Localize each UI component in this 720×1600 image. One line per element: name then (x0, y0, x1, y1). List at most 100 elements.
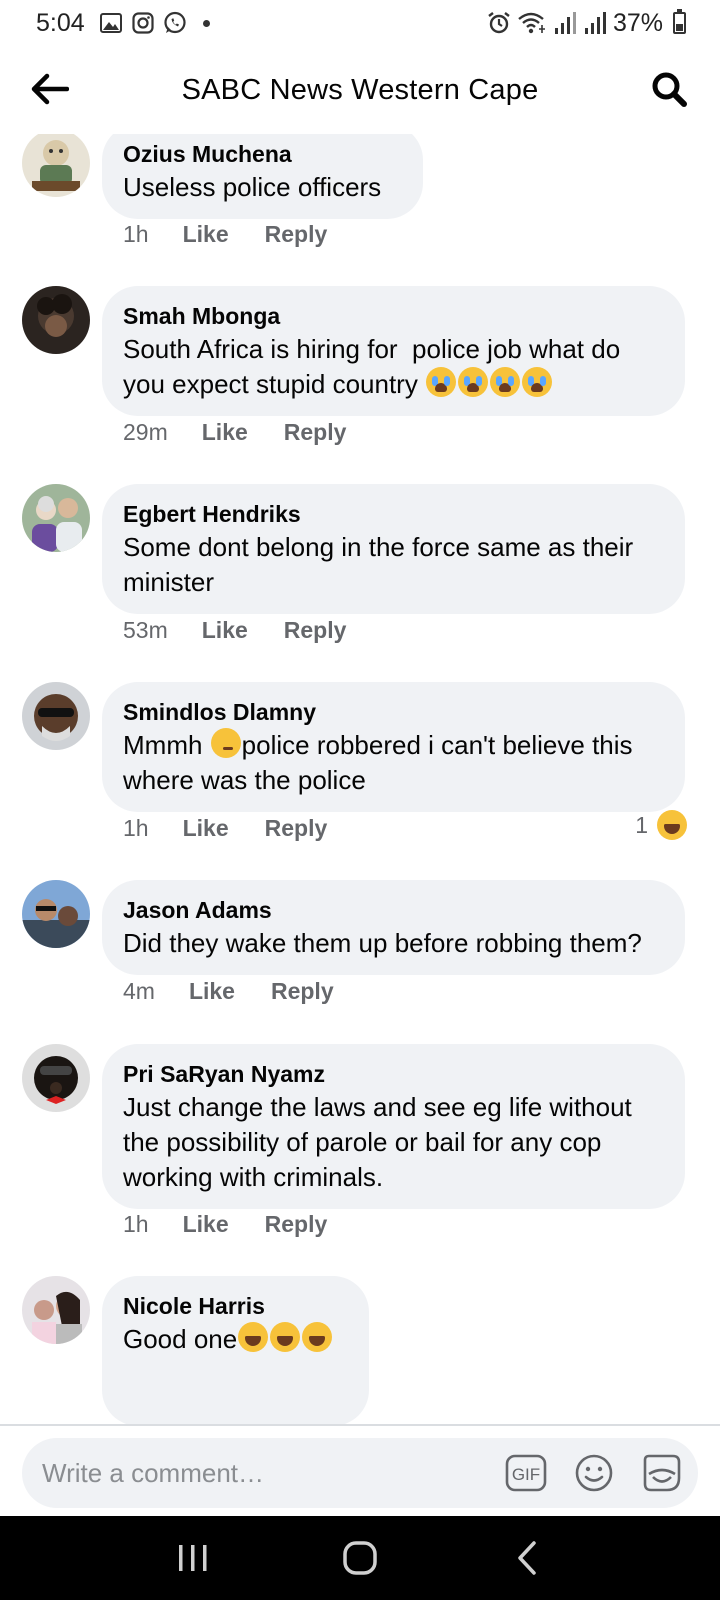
avatar[interactable] (22, 880, 90, 948)
avatar[interactable] (22, 134, 90, 197)
comment-input[interactable] (42, 1457, 462, 1489)
avatar[interactable] (22, 1276, 90, 1344)
search-icon (652, 72, 687, 107)
avatar[interactable] (22, 286, 90, 354)
reaction-count: 1 (635, 811, 648, 838)
like-button[interactable]: Like (202, 617, 248, 644)
status-time: 5:04 (36, 8, 85, 37)
comment-text-segment: Mmmh (123, 730, 210, 760)
comment-bubble[interactable]: Jason Adams Did they wake them up before… (102, 880, 685, 975)
emoji-button[interactable] (572, 1451, 616, 1495)
comment-age[interactable]: 1h (123, 815, 149, 842)
comment-bubble[interactable]: Ozius Muchena Useless police officers (102, 134, 423, 219)
comment-age[interactable]: 4m (123, 978, 155, 1005)
reply-button[interactable]: Reply (271, 978, 334, 1005)
comment-actions: 1h Like Reply (123, 1211, 327, 1238)
system-back-button[interactable] (497, 1528, 557, 1588)
more-notifications-dot (202, 19, 210, 27)
comment-author[interactable]: Ozius Muchena (123, 138, 401, 170)
whatsapp-notification-icon (163, 11, 187, 35)
app-header: SABC News Western Cape (0, 46, 720, 134)
reaction-summary[interactable]: 1 (635, 810, 688, 840)
reply-button[interactable]: Reply (265, 1211, 328, 1238)
comment-bubble[interactable]: Smindlos Dlamny Mmmh police robbered i c… (102, 682, 685, 812)
comment-text-line: the possibility of parole or bail for an… (123, 1127, 602, 1157)
reply-button[interactable]: Reply (284, 419, 347, 446)
chevron-left-icon (517, 1541, 536, 1575)
gallery-notification-icon (99, 11, 123, 35)
comment-author[interactable]: Nicole Harris (123, 1290, 347, 1322)
comment-bubble[interactable]: Nicole Harris Good one (102, 1276, 369, 1424)
comment-actions: 4m Like Reply (123, 978, 334, 1005)
recent-apps-icon (179, 1545, 207, 1571)
avatar[interactable] (22, 484, 90, 552)
comment-author[interactable]: Pri SaRyan Nyamz (123, 1058, 663, 1090)
comment-text-line: minister (123, 567, 215, 597)
back-button[interactable] (24, 64, 74, 114)
laughing-face-icon (657, 810, 687, 840)
sticker-icon (643, 1454, 681, 1492)
rolling-on-floor-laughing-icon (270, 1322, 301, 1352)
smiley-icon (575, 1454, 613, 1492)
comment-text-segment: you expect stupid country (123, 369, 418, 399)
comment-actions: 1h Like Reply (123, 221, 327, 248)
comment-author[interactable]: Smindlos Dlamny (123, 696, 663, 728)
comment-text-line: you expect stupid country (123, 367, 663, 402)
avatar[interactable] (22, 1044, 90, 1112)
like-button[interactable]: Like (183, 815, 229, 842)
wifi-icon (517, 11, 547, 35)
comments-feed[interactable]: Ozius Muchena Useless police officers 1h… (0, 134, 720, 1424)
system-navigation-bar (0, 1516, 720, 1600)
comment-actions: 1h Like Reply (123, 815, 327, 842)
like-button[interactable]: Like (183, 221, 229, 248)
search-button[interactable] (644, 64, 694, 114)
comment-text-line: Some dont belong in the force same as th… (123, 532, 634, 562)
reply-button[interactable]: Reply (284, 617, 347, 644)
reply-button[interactable]: Reply (265, 815, 328, 842)
arrow-left-icon (31, 73, 69, 105)
comment-text-line: Good one (123, 1322, 347, 1357)
loudly-crying-face-icon (458, 367, 489, 397)
comment-text: Useless police officers (123, 172, 382, 202)
loudly-crying-face-icon (522, 367, 553, 397)
sticker-button[interactable] (640, 1451, 684, 1495)
comment-author[interactable]: Jason Adams (123, 894, 663, 926)
page-title: SABC News Western Cape (181, 73, 539, 106)
comment-author[interactable]: Egbert Hendriks (123, 498, 663, 530)
gif-label: GIF (512, 1465, 540, 1484)
comment-composer[interactable]: GIF (22, 1438, 698, 1508)
like-button[interactable]: Like (189, 978, 235, 1005)
comment-actions: 29m Like Reply (123, 419, 346, 446)
battery-icon (673, 9, 686, 34)
home-button[interactable] (330, 1528, 390, 1588)
comment-age[interactable]: 53m (123, 617, 168, 644)
home-icon (343, 1541, 377, 1575)
comment-bubble[interactable]: Egbert Hendriks Some dont belong in the … (102, 484, 685, 614)
comment-text-line: South Africa is hiring for police job wh… (123, 334, 621, 364)
signal-icon-2 (583, 11, 607, 35)
recent-apps-button[interactable] (163, 1528, 223, 1588)
alarm-icon (487, 11, 511, 35)
comment-text-line: working with criminals. (123, 1162, 384, 1192)
rolling-on-floor-laughing-icon (302, 1322, 333, 1352)
comment-text-line: Mmmh police robbered i can't believe thi… (123, 728, 663, 763)
gif-icon: GIF (505, 1454, 547, 1492)
comment-author[interactable]: Smah Mbonga (123, 300, 663, 332)
battery-percent: 37% (612, 8, 663, 37)
loudly-crying-face-icon (490, 367, 521, 397)
comment-text-line: Just change the laws and see eg life wit… (123, 1092, 632, 1122)
comment-age[interactable]: 29m (123, 419, 168, 446)
comment-age[interactable]: 1h (123, 221, 149, 248)
comment-text: Did they wake them up before robbing the… (123, 928, 642, 958)
reply-button[interactable]: Reply (265, 221, 328, 248)
comment-bubble[interactable]: Smah Mbonga South Africa is hiring for p… (102, 286, 685, 416)
instagram-notification-icon (131, 11, 155, 35)
comment-age[interactable]: 1h (123, 1211, 149, 1238)
like-button[interactable]: Like (183, 1211, 229, 1238)
thinking-face-icon (210, 728, 241, 758)
comment-bubble[interactable]: Pri SaRyan Nyamz Just change the laws an… (102, 1044, 685, 1209)
avatar[interactable] (22, 682, 90, 750)
like-button[interactable]: Like (202, 419, 248, 446)
comment-composer-bar: GIF (0, 1424, 720, 1516)
gif-button[interactable]: GIF (504, 1451, 548, 1495)
